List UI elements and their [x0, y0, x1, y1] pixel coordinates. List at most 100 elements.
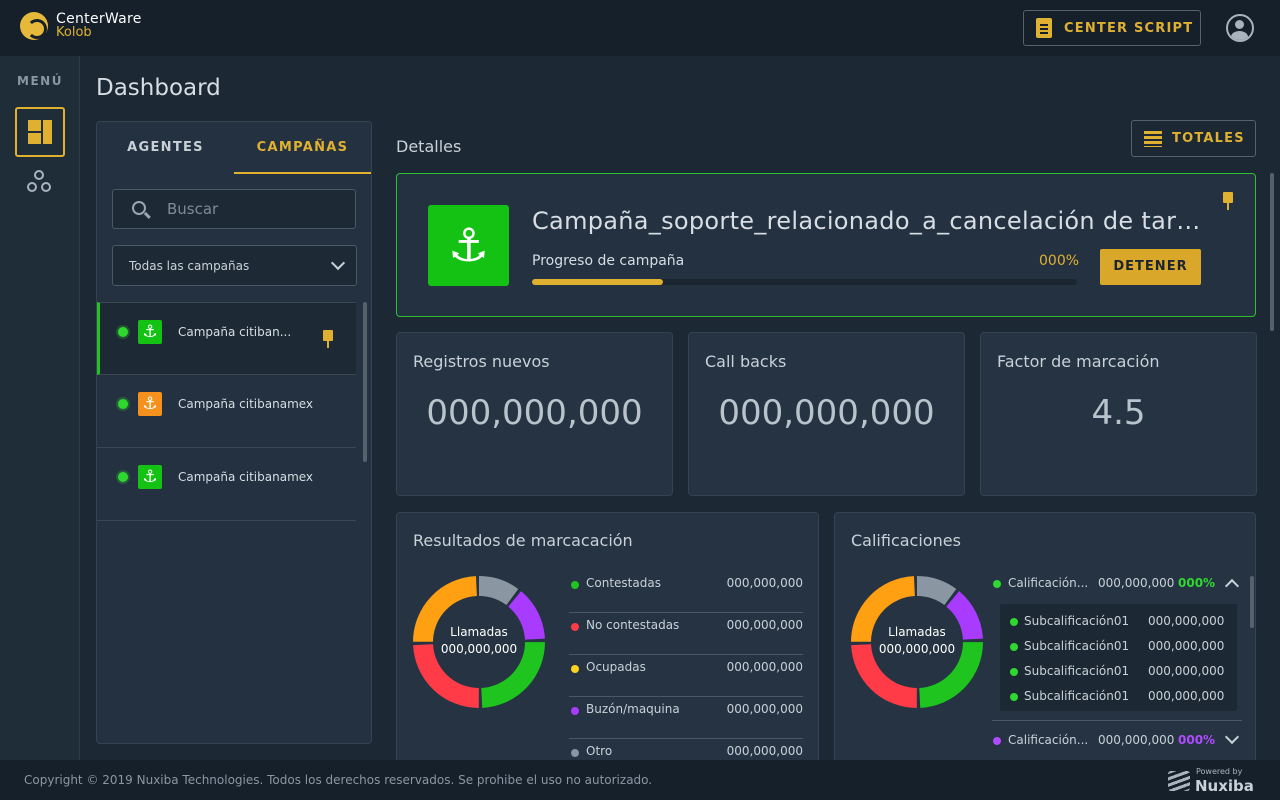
details-heading: Detalles	[396, 137, 462, 156]
calificacion-group[interactable]: Calificación... 000,000,000 000%	[992, 573, 1242, 597]
chevron-up-icon[interactable]	[1224, 578, 1240, 594]
stat-value: 000,000,000	[718, 393, 935, 433]
status-dot	[1010, 668, 1018, 676]
menu-label: MENÚ	[17, 74, 63, 88]
legend-item: Buzón/maquina 000,000,000	[569, 697, 803, 739]
resultados-legend: Contestadas 000,000,000 No contestadas 0…	[569, 571, 803, 771]
subcalificacion-item: Subcalificación01 000,000,000	[1010, 637, 1230, 657]
subcalificacion-name: Subcalificación01	[1024, 664, 1130, 678]
search-input[interactable]	[167, 190, 347, 228]
logo-line1: CenterWare	[56, 11, 142, 27]
tab-campanas[interactable]: CAMPAÑAS	[234, 122, 371, 174]
center-script-label: CENTER SCRIPT	[1064, 20, 1194, 36]
stat-card-callbacks: Call backs 000,000,000	[688, 332, 965, 496]
legend-value: 000,000,000	[726, 660, 803, 674]
campaign-list-item[interactable]: ⚓ Campaña citibanamex	[97, 448, 356, 521]
stat-label: Call backs	[705, 352, 787, 371]
logo-line2: Kolob	[56, 25, 92, 40]
campaign-name: Campaña citibanamex	[178, 397, 314, 411]
progress-percent: 000%	[1039, 253, 1080, 269]
calificacion-percent: 000%	[1178, 576, 1216, 590]
campaign-panel: AGENTES CAMPAÑAS Todas las campañas ⚓ Ca…	[96, 121, 372, 744]
donut-center: Llamadas 000,000,000	[851, 624, 983, 658]
totales-button[interactable]: TOTALES	[1131, 120, 1256, 157]
legend-dot	[571, 707, 579, 715]
legend-dot	[571, 665, 579, 673]
calificaciones-scrollbar[interactable]	[1250, 576, 1254, 628]
subcalificacion-item: Subcalificación01 000,000,000	[1010, 662, 1230, 682]
subcalificacion-name: Subcalificación01	[1024, 614, 1130, 628]
list-scrollbar[interactable]	[363, 302, 367, 462]
status-dot	[1010, 643, 1018, 651]
pin-icon[interactable]	[1221, 192, 1235, 210]
campaign-list-item[interactable]: ⚓ Campaña citiban...	[97, 302, 356, 375]
anchor-icon: ⚓	[138, 320, 162, 344]
calificaciones-card: Calificaciones Llamadas 000,000,000 Cali…	[834, 512, 1256, 772]
legend-name: Contestadas	[586, 576, 661, 590]
legend-item: Ocupadas 000,000,000	[569, 655, 803, 697]
chevron-down-icon	[330, 255, 346, 271]
legend-item: No contestadas 000,000,000	[569, 613, 803, 655]
stat-card-factor: Factor de marcación 4.5	[980, 332, 1257, 496]
subcalificacion-item: Subcalificación01 000,000,000	[1010, 612, 1230, 632]
dashboard-menu-button[interactable]	[15, 107, 65, 157]
main-scrollbar[interactable]	[1270, 173, 1274, 331]
donut-center-value: 000,000,000	[440, 642, 518, 656]
progress-bar	[532, 279, 1077, 285]
legend-name: Buzón/maquina	[586, 702, 680, 716]
progress-fill	[532, 279, 663, 285]
subcalificacion-value: 000,000,000	[1148, 664, 1225, 678]
app-logo[interactable]: CenterWare Kolob	[20, 12, 142, 40]
card-title: Resultados de marcacación	[413, 531, 633, 550]
page-title: Dashboard	[96, 75, 221, 101]
stat-value: 000,000,000	[426, 393, 643, 433]
chevron-down-icon[interactable]	[1224, 729, 1240, 745]
legend-value: 000,000,000	[726, 618, 803, 632]
subcalificacion-value: 000,000,000	[1148, 639, 1225, 653]
subcalificacion-value: 000,000,000	[1148, 614, 1225, 628]
status-dot	[118, 399, 128, 409]
subcalificacion-item: Subcalificación01 000,000,000	[1010, 687, 1230, 707]
calificacion-percent: 000%	[1178, 733, 1216, 747]
campaign-name: Campaña citibanamex	[178, 470, 314, 484]
campaign-filter-select[interactable]: Todas las campañas	[112, 245, 357, 286]
donut-center-label: Llamadas	[888, 625, 946, 639]
anchor-icon: ⚓	[138, 392, 162, 416]
status-dot	[118, 327, 128, 337]
stop-button[interactable]: DETENER	[1100, 249, 1201, 285]
donut-center-label: Llamadas	[450, 625, 508, 639]
subcalificacion-name: Subcalificación01	[1024, 689, 1130, 703]
stat-label: Factor de marcación	[997, 352, 1160, 371]
divider	[992, 720, 1242, 721]
pin-icon[interactable]	[321, 330, 335, 348]
center-script-button[interactable]: CENTER SCRIPT	[1023, 10, 1201, 46]
status-dot	[993, 737, 1001, 745]
nuxiba-logo-icon	[1168, 771, 1190, 791]
campaign-filter-value: Todas las campañas	[129, 259, 250, 273]
calificacion-group[interactable]: Calificación... 000,000,000 000%	[992, 729, 1242, 754]
campaign-detail-card: ⚓ Campaña_soporte_relacionado_a_cancelac…	[396, 173, 1256, 317]
search-box	[112, 189, 356, 229]
footer: Copyright © 2019 Nuxiba Technologies. To…	[0, 760, 1280, 800]
document-icon	[1036, 18, 1052, 38]
calificacion-name: Calificación...	[1008, 576, 1089, 590]
stat-value: 4.5	[1091, 393, 1146, 433]
campaign-list-item[interactable]: ⚓ Campaña citibanamex	[97, 375, 356, 448]
anchor-icon: ⚓	[428, 205, 509, 286]
tab-agentes[interactable]: AGENTES	[97, 122, 234, 174]
legend-value: 000,000,000	[726, 576, 803, 590]
dashboard-icon-part	[43, 120, 52, 144]
campaigns-menu-icon[interactable]	[27, 170, 55, 194]
status-dot	[118, 472, 128, 482]
powered-by-text: Powered by	[1196, 767, 1243, 776]
powered-by-logo: Powered by Nuxiba	[1168, 767, 1258, 795]
search-icon	[132, 201, 146, 215]
subcalificaciones-list: Subcalificación01 000,000,000 Subcalific…	[1000, 604, 1237, 711]
campaign-name: Campaña citiban...	[178, 325, 292, 339]
resultados-card: Resultados de marcacación Llamadas 000,0…	[396, 512, 819, 772]
side-menu: MENÚ	[0, 56, 80, 760]
logo-text: CenterWare Kolob	[56, 12, 142, 40]
progress-label: Progreso de campaña	[532, 253, 685, 269]
user-account-icon[interactable]	[1226, 14, 1254, 42]
campaign-title: Campaña_soporte_relacionado_a_cancelació…	[532, 207, 1204, 235]
